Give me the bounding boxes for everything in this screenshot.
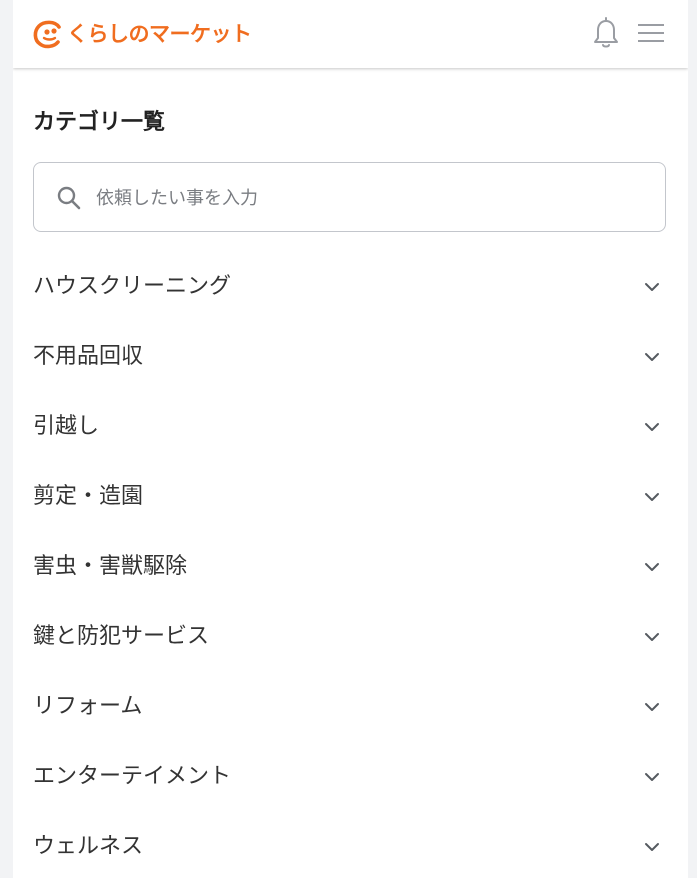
hamburger-menu-icon bbox=[638, 24, 664, 42]
chevron-down-icon bbox=[645, 633, 659, 641]
category-item-junk-removal[interactable]: 不用品回収 bbox=[13, 322, 688, 392]
category-item-reform[interactable]: リフォーム bbox=[13, 672, 688, 742]
logo-mark-icon bbox=[33, 20, 61, 49]
category-item-gardening[interactable]: 剪定・造園 bbox=[13, 462, 688, 532]
notification-button[interactable] bbox=[593, 17, 619, 49]
chevron-down-icon bbox=[645, 703, 659, 711]
menu-button[interactable] bbox=[637, 20, 665, 46]
category-label: ハウスクリーニング bbox=[33, 274, 232, 299]
category-label: 剪定・造園 bbox=[33, 484, 144, 509]
category-item-locks-security[interactable]: 鍵と防犯サービス bbox=[13, 602, 688, 672]
chevron-down-icon bbox=[645, 563, 659, 571]
chevron-down-icon bbox=[645, 843, 659, 851]
logo-text: くらしのマーケット bbox=[67, 22, 252, 46]
app-header: くらしのマーケット bbox=[13, 0, 688, 68]
category-item-moving[interactable]: 引越し bbox=[13, 392, 688, 462]
category-list: ハウスクリーニング 不用品回収 引越し 剪定・造園 害虫・害獣駆除 鍵と防犯サー… bbox=[13, 252, 688, 878]
category-label: 害虫・害獣駆除 bbox=[33, 554, 188, 579]
category-label: リフォーム bbox=[33, 694, 143, 719]
site-logo[interactable]: くらしのマーケット bbox=[32, 18, 252, 50]
category-item-entertainment[interactable]: エンターテイメント bbox=[13, 742, 688, 812]
bell-icon bbox=[594, 17, 618, 48]
chevron-down-icon bbox=[645, 423, 659, 431]
category-label: 不用品回収 bbox=[33, 344, 144, 369]
category-item-pest-control[interactable]: 害虫・害獣駆除 bbox=[13, 532, 688, 602]
search-icon bbox=[57, 186, 81, 210]
category-item-house-cleaning[interactable]: ハウスクリーニング bbox=[13, 252, 688, 322]
app-frame: くらしのマーケット カテゴリ一覧 依頼したい事を入力 ハウスクリーニング 不用品… bbox=[13, 0, 688, 878]
chevron-down-icon bbox=[645, 773, 659, 781]
search-input[interactable] bbox=[94, 175, 658, 221]
page-title: カテゴリ一覧 bbox=[33, 110, 166, 135]
category-label: 引越し bbox=[33, 414, 100, 439]
chevron-down-icon bbox=[645, 493, 659, 501]
chevron-down-icon bbox=[645, 283, 659, 291]
category-label: ウェルネス bbox=[33, 834, 144, 859]
category-item-wellness[interactable]: ウェルネス bbox=[13, 812, 688, 878]
category-label: 鍵と防犯サービス bbox=[33, 624, 210, 649]
category-label: エンターテイメント bbox=[33, 764, 232, 789]
search-box[interactable] bbox=[33, 162, 666, 232]
chevron-down-icon bbox=[645, 353, 659, 361]
